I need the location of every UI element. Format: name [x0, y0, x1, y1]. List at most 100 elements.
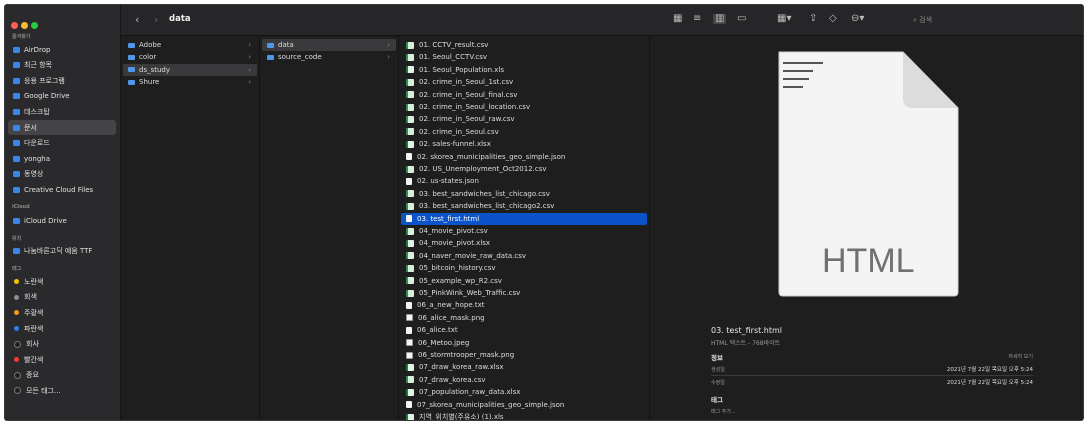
file-row[interactable]: 지역_위치별(주유소) (1).xls — [401, 411, 647, 420]
sidebar-item[interactable]: 회사 — [8, 337, 116, 352]
minimize-button[interactable] — [21, 22, 28, 29]
file-row[interactable]: 04_movie_pivot.xlsx — [401, 237, 647, 249]
file-row[interactable]: 02. crime_in_Seoul.csv — [401, 126, 647, 138]
sidebar-item[interactable]: 모든 태그... — [8, 383, 116, 398]
sidebar-item[interactable]: 회색 — [8, 290, 116, 305]
file-name: 06_alice.txt — [417, 326, 458, 335]
file-row[interactable]: 06_a_new_hope.txt — [401, 299, 647, 311]
file-row[interactable]: 06_Metoo.jpeg — [401, 337, 647, 349]
folder-icon — [267, 54, 274, 60]
file-row[interactable]: 07_draw_korea.csv — [401, 374, 647, 386]
sidebar-item[interactable]: 문서 — [8, 120, 116, 135]
file-icon — [406, 388, 414, 396]
file-row[interactable]: 01. Seoul_CCTV.csv — [401, 51, 647, 63]
folder-row[interactable]: data › — [262, 39, 396, 51]
file-row[interactable]: 04_movie_pivot.csv — [401, 225, 647, 237]
sidebar-item[interactable]: 주황색 — [8, 305, 116, 320]
file-name: 02. crime_in_Seoul.csv — [419, 127, 499, 136]
file-name: 02. crime_in_Seoul_raw.csv — [419, 115, 515, 124]
folder-row[interactable]: source_code › — [262, 51, 396, 63]
sidebar-item[interactable]: 데스크탑 — [8, 104, 116, 119]
icon-view-icon[interactable]: ▦ — [673, 14, 682, 24]
file-row[interactable]: 06_stormtrooper_mask.png — [401, 349, 647, 361]
sidebar-item[interactable]: yongha — [8, 151, 116, 166]
sidebar-item[interactable]: Google Drive — [8, 89, 116, 104]
list-view-icon[interactable]: ≡ — [693, 14, 701, 24]
sidebar-item[interactable]: 다운로드 — [8, 136, 116, 151]
tag-color-icon — [14, 357, 19, 363]
file-row[interactable]: 07_skorea_municipalities_geo_simple.json — [401, 399, 647, 411]
sidebar-item-label: 중요 — [26, 371, 39, 380]
share-icon[interactable]: ⇪ — [809, 14, 817, 24]
sidebar-item[interactable]: AirDrop — [8, 42, 116, 57]
sidebar-item[interactable]: 최근 항목 — [8, 58, 116, 73]
file-row[interactable]: 02. skorea_municipalities_geo_simple.jso… — [401, 151, 647, 163]
file-row[interactable]: 02. us-states.json — [401, 175, 647, 187]
file-row[interactable]: 07_draw_korea_raw.xlsx — [401, 361, 647, 373]
created-label: 생성일 — [711, 367, 725, 373]
finder-window: 즐겨찾기 AirDrop 최근 항목 응용 프로그램 Google Drive 데스크탑 문… — [4, 4, 1084, 421]
chevron-right-icon: › — [387, 41, 390, 49]
sidebar-item[interactable]: 응용 프로그램 — [8, 73, 116, 88]
file-row[interactable]: 01. CCTV_result.csv — [401, 39, 647, 51]
file-name: 06_stormtrooper_mask.png — [418, 351, 515, 359]
close-button[interactable] — [11, 22, 18, 29]
file-row[interactable]: 01. Seoul_Population.xls — [401, 64, 647, 76]
file-row[interactable]: 05_example_wp_R2.csv — [401, 275, 647, 287]
file-row[interactable]: 03. best_sandwiches_list_chicago2.csv — [401, 200, 647, 212]
file-row[interactable]: 02. US_Unemployment_Oct2012.csv — [401, 163, 647, 175]
forward-button[interactable]: › — [154, 14, 158, 25]
file-row[interactable]: 05_PinkWink_Web_Traffic.csv — [401, 287, 647, 299]
file-name: 06_Metoo.jpeg — [418, 338, 470, 347]
file-row[interactable]: 02. crime_in_Seoul_location.csv — [401, 101, 647, 113]
column-1: Adobe › color › ds_study › Shure › — [121, 36, 260, 420]
file-name: 07_population_raw_data.xlsx — [419, 388, 521, 397]
folder-row[interactable]: Shure › — [123, 76, 257, 88]
sidebar-item[interactable]: iCloud Drive — [8, 213, 116, 228]
folder-row[interactable]: Adobe › — [123, 39, 257, 51]
zoom-button[interactable] — [31, 22, 38, 29]
show-more-link[interactable]: 자세히 보기 — [1008, 353, 1033, 360]
gallery-view-icon[interactable]: ▭ — [737, 14, 746, 24]
search-field[interactable]: ⌕ 검색 — [913, 15, 932, 25]
clock-icon — [13, 62, 20, 69]
more-actions-icon[interactable]: ⊖▾ — [851, 14, 864, 24]
file-row[interactable]: 04_naver_movie_raw_data.csv — [401, 250, 647, 262]
applications-icon — [13, 77, 20, 84]
file-row[interactable]: 06_alice.txt — [401, 324, 647, 336]
group-icon[interactable]: ▦▾ — [777, 14, 791, 24]
sidebar-item[interactable]: Creative Cloud Files — [8, 182, 116, 197]
file-row[interactable]: 02. sales-funnel.xlsx — [401, 138, 647, 150]
file-row[interactable]: 06_alice_mask.png — [401, 312, 647, 324]
file-row[interactable]: 02. crime_in_Seoul_raw.csv — [401, 113, 647, 125]
cloud-icon — [13, 217, 20, 224]
info-header: 정보 — [711, 354, 723, 362]
sidebar-item[interactable]: 중요 — [8, 368, 116, 383]
sidebar-item-label: Google Drive — [24, 92, 70, 101]
add-tags-field[interactable]: 태그 추가... — [711, 408, 736, 415]
sidebar-item[interactable]: 나눔바른고딕 예움 TTF — [8, 244, 116, 259]
sidebar-item[interactable]: 동영상 — [8, 167, 116, 182]
sidebar-item-label: iCloud Drive — [24, 216, 67, 225]
back-button[interactable]: ‹ — [135, 14, 139, 25]
sidebar-item-label: 회색 — [24, 293, 37, 302]
window-title: data — [169, 14, 191, 24]
file-name: 05_PinkWink_Web_Traffic.csv — [419, 289, 521, 297]
tag-icon[interactable]: ◇ — [829, 14, 837, 24]
folder-row[interactable]: color › — [123, 51, 257, 63]
column-view-icon[interactable]: ▥ — [713, 14, 727, 24]
file-icon — [406, 314, 413, 322]
chevron-right-icon: › — [248, 78, 251, 87]
file-row[interactable]: 02. crime_in_Seoul_final.csv — [401, 89, 647, 101]
folder-row[interactable]: ds_study › — [123, 63, 257, 76]
sidebar: 즐겨찾기 AirDrop 최근 항목 응용 프로그램 Google Drive 데스크탑 문… — [5, 5, 121, 420]
file-row[interactable]: 02. crime_in_Seoul_1st.csv — [401, 76, 647, 88]
file-row[interactable]: 03. best_sandwiches_list_chicago.csv — [401, 188, 647, 200]
file-row[interactable]: 07_population_raw_data.xlsx — [401, 386, 647, 398]
file-row[interactable]: 03. test_first.html — [401, 212, 647, 225]
sidebar-item[interactable]: 파란색 — [8, 321, 116, 336]
folder-name: Adobe — [139, 41, 162, 49]
sidebar-item[interactable]: 빨간색 — [8, 352, 116, 367]
sidebar-item[interactable]: 노란색 — [8, 274, 116, 289]
file-row[interactable]: 05_bitcoin_history.csv — [401, 262, 647, 274]
